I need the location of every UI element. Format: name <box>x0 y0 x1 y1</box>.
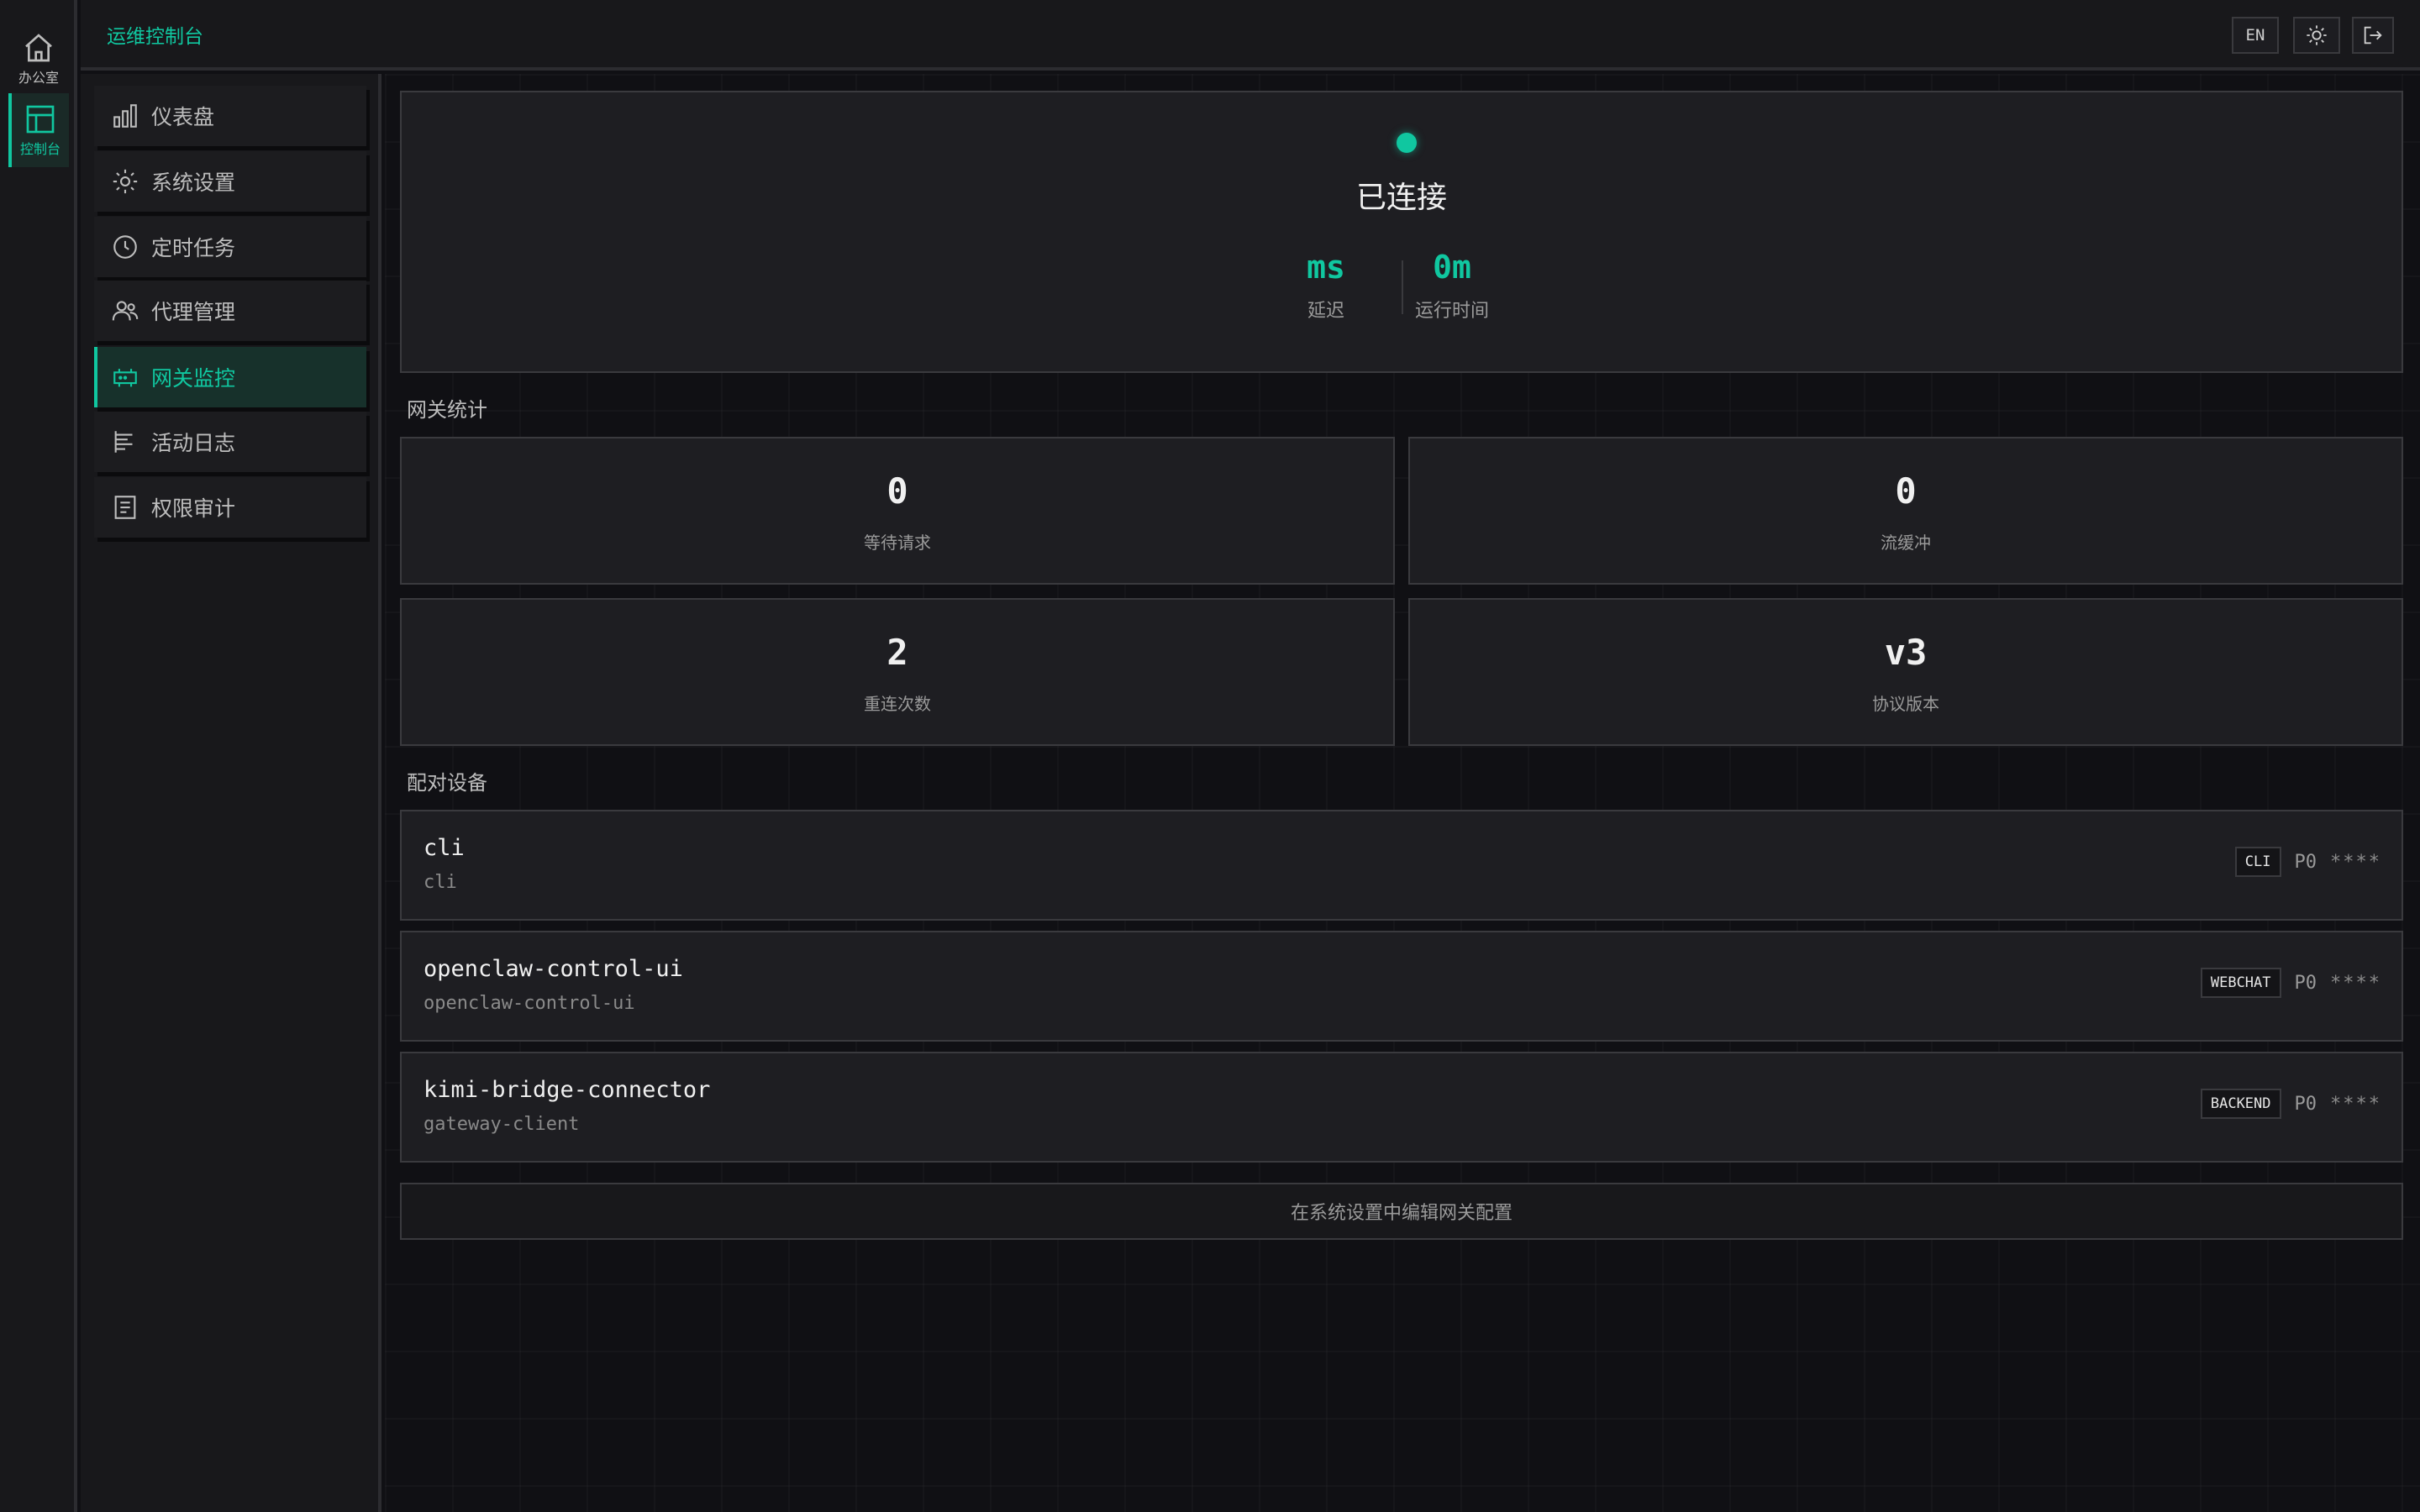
edit-gateway-config-link[interactable]: 在系统设置中编辑网关配置 <box>400 1183 2403 1240</box>
sidebar-item-label: 定时任务 <box>151 236 236 260</box>
sidebar-item-label: 网关监控 <box>151 366 236 391</box>
device-token-mask: **** <box>2330 972 2381 994</box>
stat-value: 2 <box>886 632 908 673</box>
uptime-metric: 0m 运行时间 <box>1368 249 1536 323</box>
document-icon <box>114 496 136 519</box>
device-priority: P0 <box>2294 851 2317 873</box>
sidebar-item-label: 仪表盘 <box>151 105 215 129</box>
sidebar-item-scheduled-tasks[interactable]: 定时任务 <box>94 217 366 277</box>
sidebar-item-label: 活动日志 <box>151 431 236 455</box>
connection-status-panel: 已连接 ms 延迟 0m 运行时间 <box>400 91 2403 373</box>
stat-value: 0 <box>886 470 908 512</box>
device-priority: P0 <box>2294 1093 2317 1115</box>
uptime-label: 运行时间 <box>1414 301 1489 322</box>
gear-icon <box>113 169 138 194</box>
sidebar-item-dashboard[interactable]: 仪表盘 <box>94 86 366 146</box>
sidebar: 仪表盘 系统设置 定时任务 代理管理 网关监控 活动日志 权限审计 <box>81 74 381 1512</box>
device-client-id: cli <box>424 872 457 893</box>
sidebar-item-label: 系统设置 <box>151 171 236 195</box>
device-client-id: gateway-client <box>424 1114 580 1135</box>
device-row[interactable]: cli cli CLI P0 **** <box>400 810 2403 921</box>
device-row[interactable]: kimi-bridge-connector gateway-client BAC… <box>400 1052 2403 1163</box>
stat-label: 重连次数 <box>864 694 931 714</box>
gateway-stats-title: 网关统计 <box>407 398 487 422</box>
theme-toggle-button[interactable] <box>2293 17 2340 54</box>
device-name: kimi-bridge-connector <box>424 1077 711 1103</box>
stat-value: 0 <box>1895 470 1917 512</box>
device-priority: P0 <box>2294 972 2317 994</box>
layout-icon <box>26 105 55 134</box>
language-toggle-button[interactable]: EN <box>2232 17 2279 54</box>
stat-card-stream-buffer: 0 流缓冲 <box>1408 437 2403 585</box>
clock-icon <box>113 235 137 259</box>
bar-chart-icon <box>113 104 137 128</box>
connection-status-text: 已连接 <box>1355 181 1447 215</box>
rail-item-console-label: 控制台 <box>19 141 60 157</box>
device-name: openclaw-control-ui <box>424 956 683 982</box>
uptime-value: 0m <box>1433 249 1471 286</box>
device-type-badge: BACKEND <box>2200 1089 2281 1119</box>
logout-icon <box>2364 26 2382 45</box>
device-name: cli <box>424 835 465 861</box>
device-row[interactable]: openclaw-control-ui openclaw-control-ui … <box>400 931 2403 1042</box>
stat-label: 流缓冲 <box>1881 533 1931 553</box>
sidebar-item-agents[interactable]: 代理管理 <box>94 281 366 341</box>
sidebar-item-label: 代理管理 <box>151 300 236 324</box>
home-icon <box>25 34 52 62</box>
sun-icon <box>2307 25 2327 45</box>
stat-card-pending-requests: 0 等待请求 <box>400 437 1395 585</box>
stat-value: v3 <box>1884 632 1928 673</box>
sidebar-item-settings[interactable]: 系统设置 <box>94 151 366 212</box>
sidebar-item-activity-log[interactable]: 活动日志 <box>94 412 366 472</box>
paired-devices-title: 配对设备 <box>407 771 487 795</box>
app-title: 运维控制台 <box>107 26 203 48</box>
gateway-icon <box>113 369 137 387</box>
app-rail: 办公室 控制台 <box>0 0 77 1512</box>
top-bar: 运维控制台 EN <box>81 0 2420 71</box>
device-client-id: openclaw-control-ui <box>424 993 635 1014</box>
sidebar-item-permission-audit[interactable]: 权限审计 <box>94 477 366 538</box>
users-icon <box>112 301 139 321</box>
logout-button[interactable] <box>2352 17 2394 54</box>
rail-item-console[interactable]: 控制台 <box>8 93 69 167</box>
stat-label: 协议版本 <box>1872 694 1939 714</box>
sidebar-item-label: 权限审计 <box>151 496 236 521</box>
device-token-mask: **** <box>2330 851 2381 873</box>
stat-card-reconnects: 2 重连次数 <box>400 598 1395 746</box>
main-content: 已连接 ms 延迟 0m 运行时间 网关统计 0 等待请求 0 流缓冲 2 重连… <box>385 74 2420 1512</box>
sidebar-item-gateway-monitor[interactable]: 网关监控 <box>94 347 366 407</box>
rail-item-office-label: 办公室 <box>18 70 59 86</box>
device-type-badge: CLI <box>2234 847 2281 877</box>
device-type-badge: WEBCHAT <box>2200 968 2281 998</box>
stat-label: 等待请求 <box>864 533 931 553</box>
list-icon <box>114 431 133 453</box>
status-indicator-dot <box>1397 133 1417 153</box>
rail-item-office[interactable]: 办公室 <box>8 22 69 96</box>
device-token-mask: **** <box>2330 1093 2381 1115</box>
stat-card-protocol-version: v3 协议版本 <box>1408 598 2403 746</box>
